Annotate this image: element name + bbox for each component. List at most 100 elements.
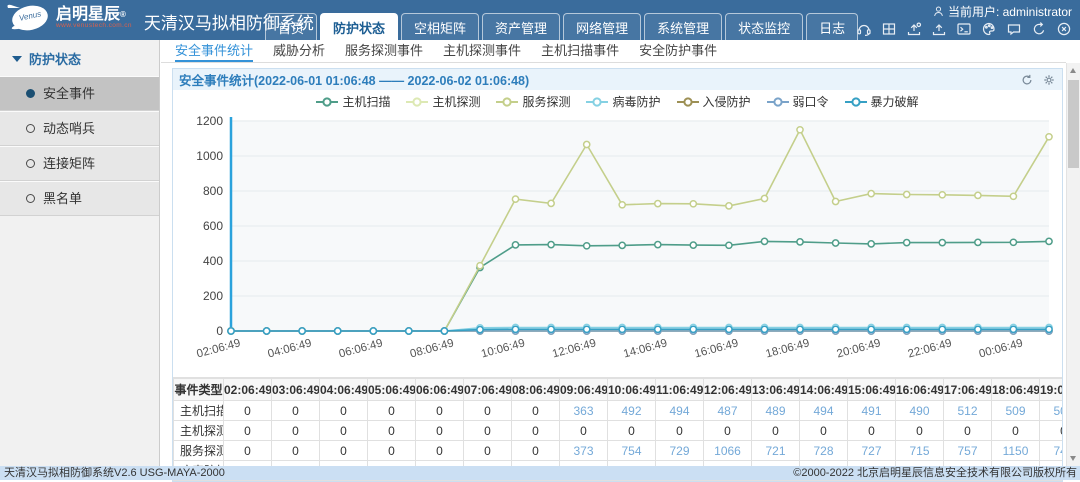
legend-label: 服务探测 [522, 93, 570, 110]
table-cell[interactable]: 728 [800, 441, 848, 461]
main-content: 安全事件统计威胁分析服务探测事件主机探测事件主机扫描事件安全防护事件 安全事件统… [161, 40, 1066, 466]
table-cell[interactable]: 509 [992, 401, 1040, 421]
legend-item-6[interactable]: 暴力破解 [845, 93, 919, 110]
table-cell[interactable]: 363 [560, 401, 608, 421]
table-col-header: 17:06:49 [944, 379, 992, 401]
table-cell[interactable]: 721 [752, 441, 800, 461]
refresh-icon[interactable] [1020, 73, 1034, 87]
nav-tab-0[interactable]: 首页 [265, 13, 317, 40]
panel-title: 安全事件统计(2022-06-01 01:06:48 —— 2022-06-02… [179, 70, 529, 89]
table-cell[interactable]: 743 [1040, 441, 1063, 461]
grid-icon[interactable] [881, 21, 897, 37]
legend-item-5[interactable]: 弱口令 [767, 93, 829, 110]
nav-tab-3[interactable]: 资产管理 [482, 13, 560, 40]
subtab-3[interactable]: 主机探测事件 [443, 40, 521, 62]
table-cell[interactable]: 1150 [992, 441, 1040, 461]
table-cell[interactable]: 487 [704, 401, 752, 421]
subtab-1[interactable]: 威胁分析 [273, 40, 325, 62]
legend-item-3[interactable]: 病毒防护 [586, 93, 660, 110]
legend-item-2[interactable]: 服务探测 [496, 93, 570, 110]
legend-marker-icon [677, 97, 699, 107]
table-cell[interactable]: 494 [656, 401, 704, 421]
table-col-header: 14:06:49 [800, 379, 848, 401]
legend-label: 暴力破解 [871, 93, 919, 110]
headset-icon[interactable] [856, 21, 872, 37]
legend-label: 入侵防护 [703, 93, 751, 110]
sidebar-item-label: 黑名单 [43, 181, 82, 216]
main-nav: 首页防护状态空相矩阵资产管理网络管理系统管理状态监控日志 [265, 13, 858, 40]
scroll-up-button[interactable] [1067, 63, 1080, 78]
nav-tab-7[interactable]: 日志 [806, 13, 858, 40]
table-cell[interactable]: 715 [896, 441, 944, 461]
subtab-2[interactable]: 服务探测事件 [345, 40, 423, 62]
table-cell: 0 [320, 421, 368, 441]
svg-text:600: 600 [203, 219, 223, 233]
publish-icon[interactable] [931, 21, 947, 37]
svg-text:12:06:49: 12:06:49 [551, 337, 597, 360]
undo-icon[interactable] [1031, 21, 1047, 37]
sidebar-item-1[interactable]: 动态哨兵 [0, 111, 159, 146]
table-row: 主机扫描000000036349249448748949449149051250… [174, 401, 1063, 421]
table-cell[interactable]: 489 [752, 401, 800, 421]
scrollbar-thumb[interactable] [1068, 80, 1079, 168]
legend-item-1[interactable]: 主机探测 [406, 93, 480, 110]
sidebar: 防护状态 安全事件动态哨兵连接矩阵黑名单 [0, 40, 160, 466]
security-events-panel: 安全事件统计(2022-06-01 01:06:48 —— 2022-06-02… [172, 68, 1063, 482]
table-cell: 0 [512, 401, 560, 421]
svg-text:1200: 1200 [196, 114, 223, 128]
table-cell[interactable]: 1066 [704, 441, 752, 461]
svg-text:10:06:49: 10:06:49 [480, 337, 526, 360]
nav-tab-4[interactable]: 网络管理 [563, 13, 641, 40]
table-cell[interactable]: 503 [1040, 401, 1063, 421]
sidebar-item-0[interactable]: 安全事件 [0, 76, 159, 111]
table-col-header: 05:06:49 [368, 379, 416, 401]
table-cell[interactable]: 727 [848, 441, 896, 461]
table-col-header: 16:06:49 [896, 379, 944, 401]
legend-item-0[interactable]: 主机扫描 [316, 93, 390, 110]
sidebar-item-2[interactable]: 连接矩阵 [0, 146, 159, 181]
palette-icon[interactable] [981, 21, 997, 37]
nav-tab-1[interactable]: 防护状态 [320, 13, 398, 40]
table-col-header: 08:06:49 [512, 379, 560, 401]
subtab-0[interactable]: 安全事件统计 [175, 40, 253, 62]
subtab-4[interactable]: 主机扫描事件 [541, 40, 619, 62]
nav-tab-6[interactable]: 状态监控 [725, 13, 803, 40]
table-cell[interactable]: 757 [944, 441, 992, 461]
top-header: Venus 启明星辰® www.venustech.com.cn 天清汉马拟相防… [0, 0, 1080, 40]
svg-text:18:06:49: 18:06:49 [764, 337, 810, 360]
sidebar-item-label: 连接矩阵 [43, 146, 95, 181]
svg-text:20:06:49: 20:06:49 [836, 337, 882, 360]
table-cell[interactable]: 494 [800, 401, 848, 421]
svg-text:1000: 1000 [196, 149, 223, 163]
table-cell: 0 [272, 401, 320, 421]
svg-text:800: 800 [203, 184, 223, 198]
table-cell[interactable]: 490 [896, 401, 944, 421]
gear-icon[interactable] [1042, 73, 1056, 87]
terminal-icon[interactable] [956, 21, 972, 37]
vertical-scrollbar[interactable] [1066, 63, 1080, 466]
subtab-5[interactable]: 安全防护事件 [639, 40, 717, 62]
table-cell[interactable]: 492 [608, 401, 656, 421]
nav-tab-2[interactable]: 空相矩阵 [401, 13, 479, 40]
legend-item-4[interactable]: 入侵防护 [677, 93, 751, 110]
table-cell[interactable]: 512 [944, 401, 992, 421]
table-cell[interactable]: 729 [656, 441, 704, 461]
nav-tab-5[interactable]: 系统管理 [644, 13, 722, 40]
close-icon[interactable] [1056, 21, 1072, 37]
legend-marker-icon [767, 97, 789, 107]
table-cell[interactable]: 373 [560, 441, 608, 461]
table-cell: 0 [320, 441, 368, 461]
scroll-down-button[interactable] [1067, 451, 1080, 466]
sidebar-group-protection-status[interactable]: 防护状态 [0, 40, 159, 76]
message-icon[interactable] [1006, 21, 1022, 37]
table-cell: 0 [800, 421, 848, 441]
table-cell[interactable]: 754 [608, 441, 656, 461]
sidebar-item-3[interactable]: 黑名单 [0, 181, 159, 216]
table-cell[interactable]: 491 [848, 401, 896, 421]
table-cell: 0 [704, 421, 752, 441]
publish-gear-icon[interactable] [906, 21, 922, 37]
table-col-header: 09:06:49 [560, 379, 608, 401]
table-cell: 0 [464, 441, 512, 461]
row-label: 主机扫描 [174, 401, 224, 421]
table-cell: 0 [848, 421, 896, 441]
